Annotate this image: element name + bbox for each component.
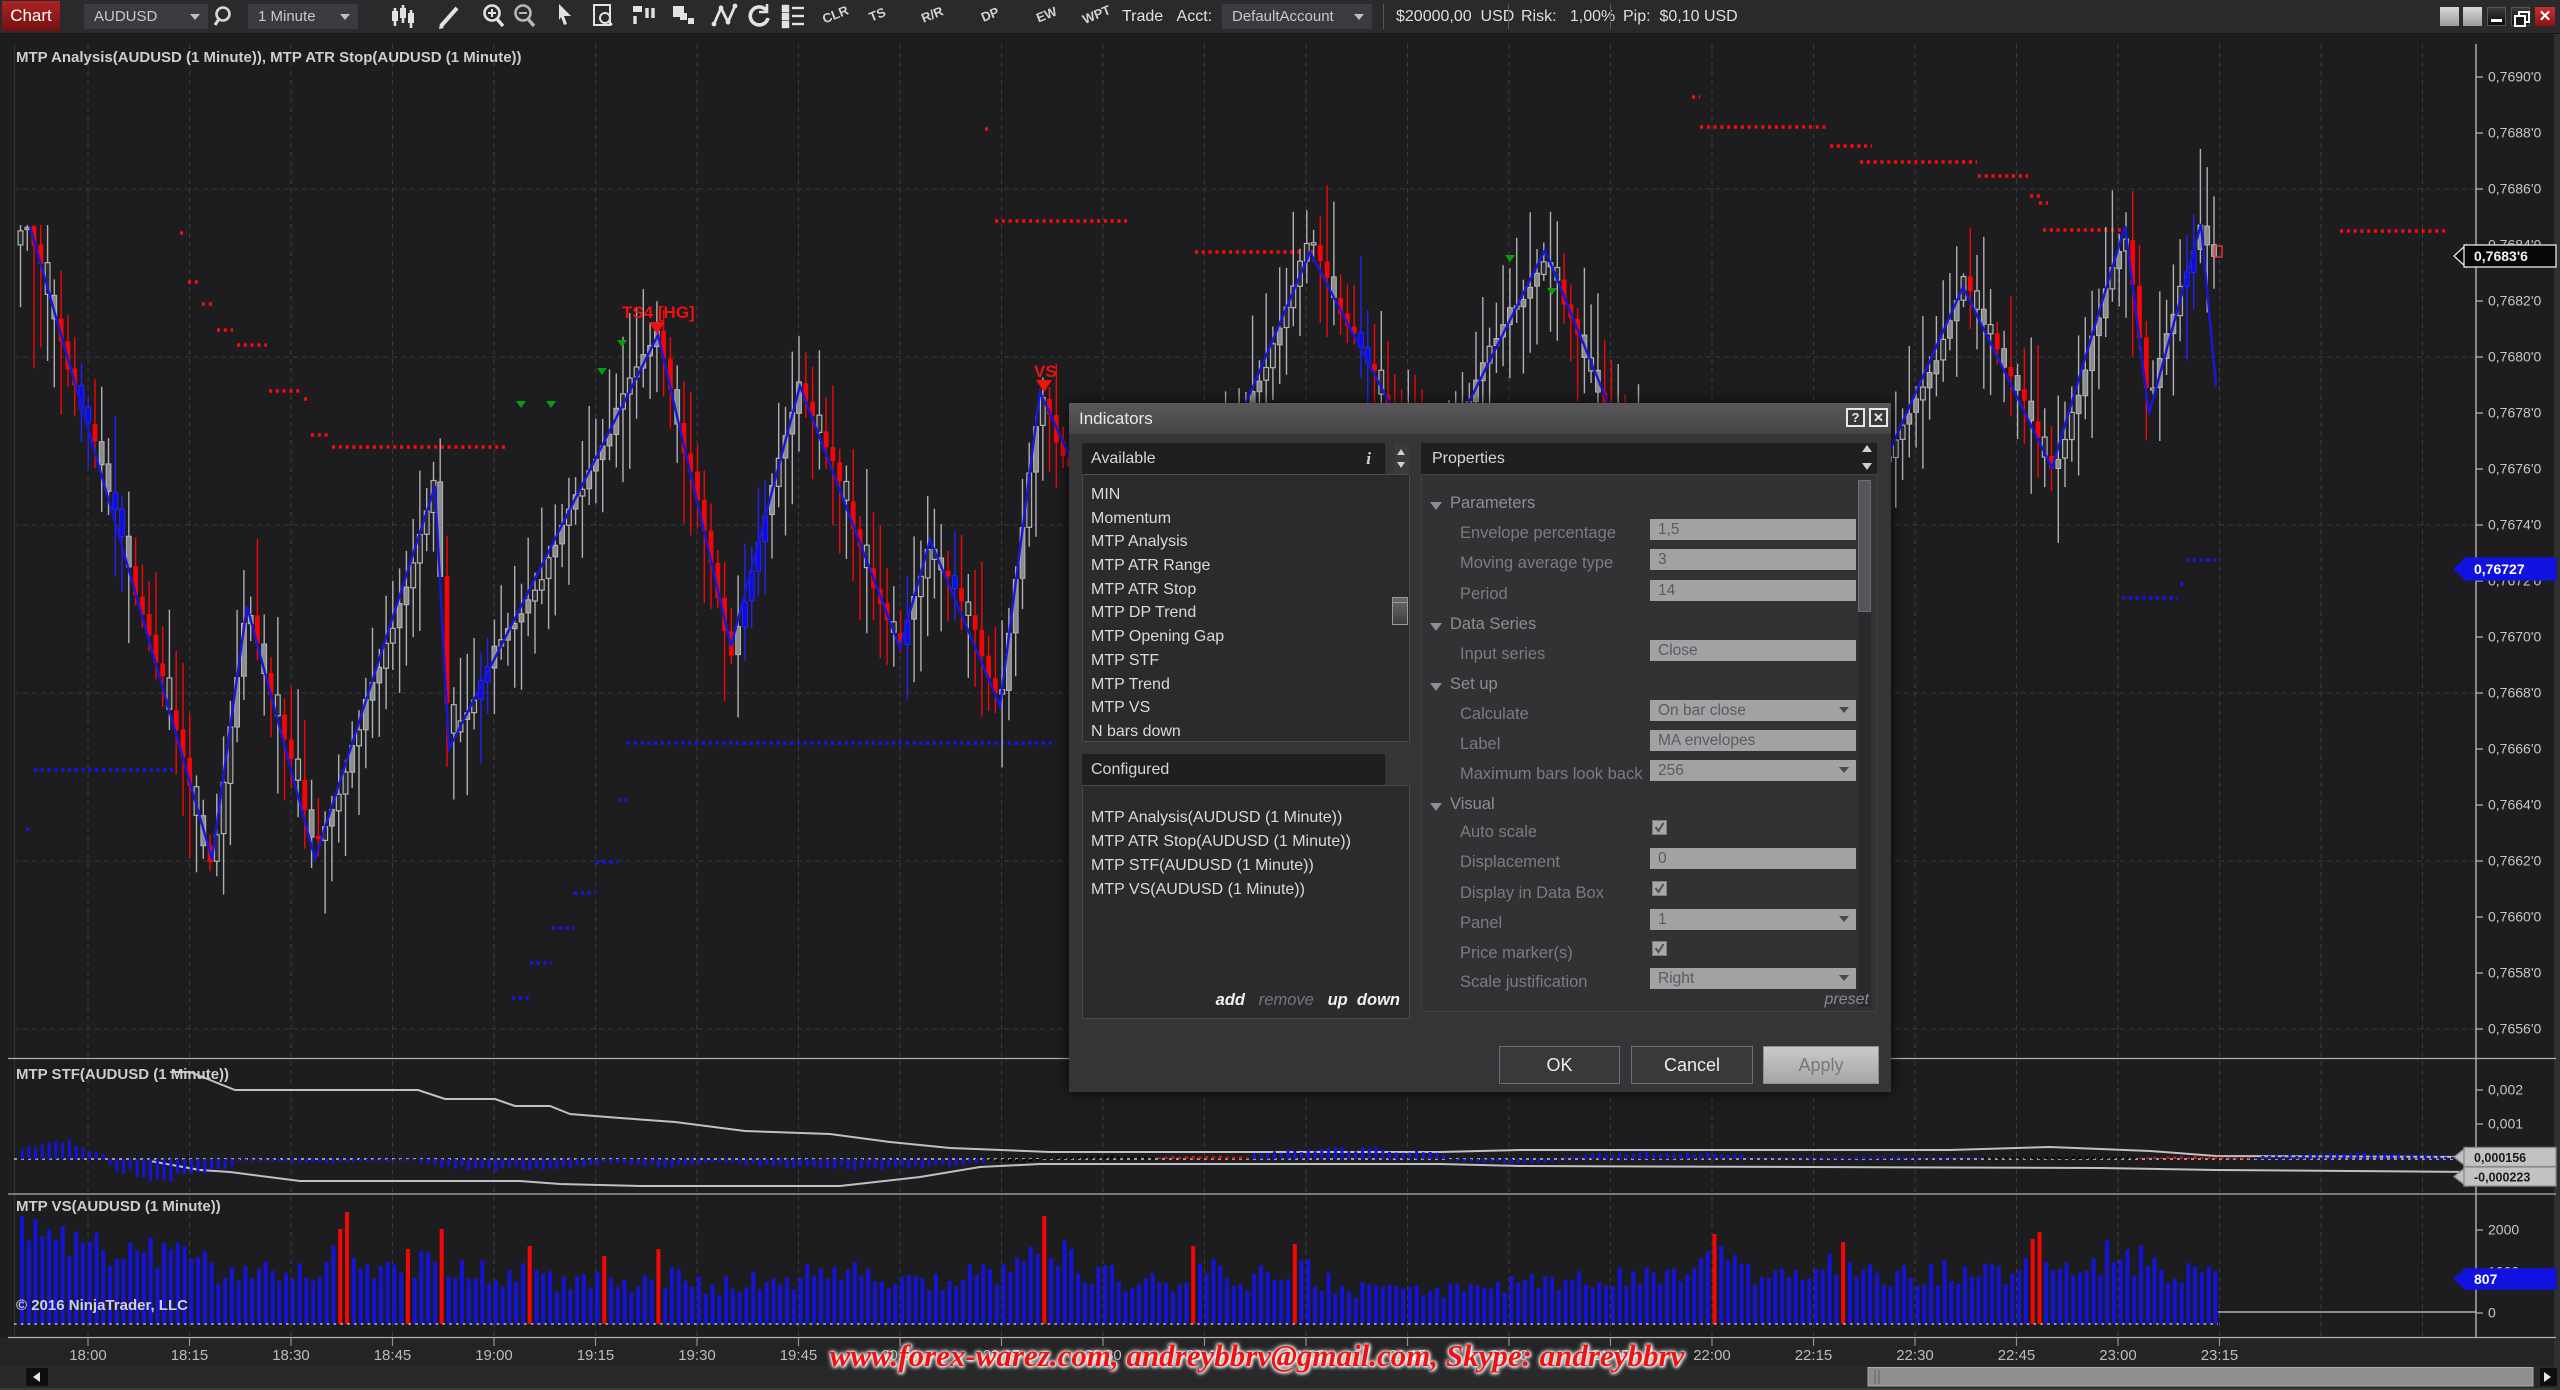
svg-text:2000: 2000 (2488, 1222, 2519, 1238)
svg-text:MTP STF(AUDUSD (1 Minute)): MTP STF(AUDUSD (1 Minute)) (16, 1066, 229, 1083)
svg-text:0,7686'0: 0,7686'0 (2488, 181, 2541, 197)
svg-text:0,7674'0: 0,7674'0 (2488, 517, 2541, 533)
svg-text:0,001: 0,001 (2488, 1116, 2523, 1132)
svg-text:0,7688'0: 0,7688'0 (2488, 125, 2541, 141)
svg-text:0,7656'0: 0,7656'0 (2488, 1021, 2541, 1037)
svg-text:© 2016 NinjaTrader, LLC: © 2016 NinjaTrader, LLC (16, 1297, 188, 1314)
svg-text:0,7682'0: 0,7682'0 (2488, 293, 2541, 309)
svg-text:0: 0 (2488, 1305, 2496, 1321)
svg-text:807: 807 (2474, 1271, 2498, 1287)
svg-text:0,7678'0: 0,7678'0 (2488, 405, 2541, 421)
svg-text:0,002: 0,002 (2488, 1082, 2523, 1098)
svg-text:MTP Analysis(AUDUSD (1 Minute): MTP Analysis(AUDUSD (1 Minute)), MTP ATR… (16, 49, 522, 66)
svg-text:0,7666'0: 0,7666'0 (2488, 741, 2541, 757)
svg-text:0,7690'0: 0,7690'0 (2488, 69, 2541, 85)
svg-text:0,7658'0: 0,7658'0 (2488, 965, 2541, 981)
svg-text:0,7670'0: 0,7670'0 (2488, 629, 2541, 645)
svg-text:TS4 [HG]: TS4 [HG] (622, 303, 695, 322)
svg-text:0,7676'0: 0,7676'0 (2488, 461, 2541, 477)
svg-text:0,7662'0: 0,7662'0 (2488, 853, 2541, 869)
svg-text:0,7668'0: 0,7668'0 (2488, 685, 2541, 701)
svg-text:MTP VS(AUDUSD (1 Minute)): MTP VS(AUDUSD (1 Minute)) (16, 1198, 221, 1215)
svg-text:0,7664'0: 0,7664'0 (2488, 797, 2541, 813)
svg-text:-0,000223: -0,000223 (2474, 1171, 2530, 1185)
svg-text:0,000156: 0,000156 (2474, 1151, 2526, 1165)
svg-text:0,7683'6: 0,7683'6 (2474, 248, 2528, 264)
svg-text:VS: VS (1034, 362, 1057, 381)
svg-text:0,7680'0: 0,7680'0 (2488, 349, 2541, 365)
svg-text:0,76727: 0,76727 (2474, 561, 2525, 577)
svg-text:0,7660'0: 0,7660'0 (2488, 909, 2541, 925)
